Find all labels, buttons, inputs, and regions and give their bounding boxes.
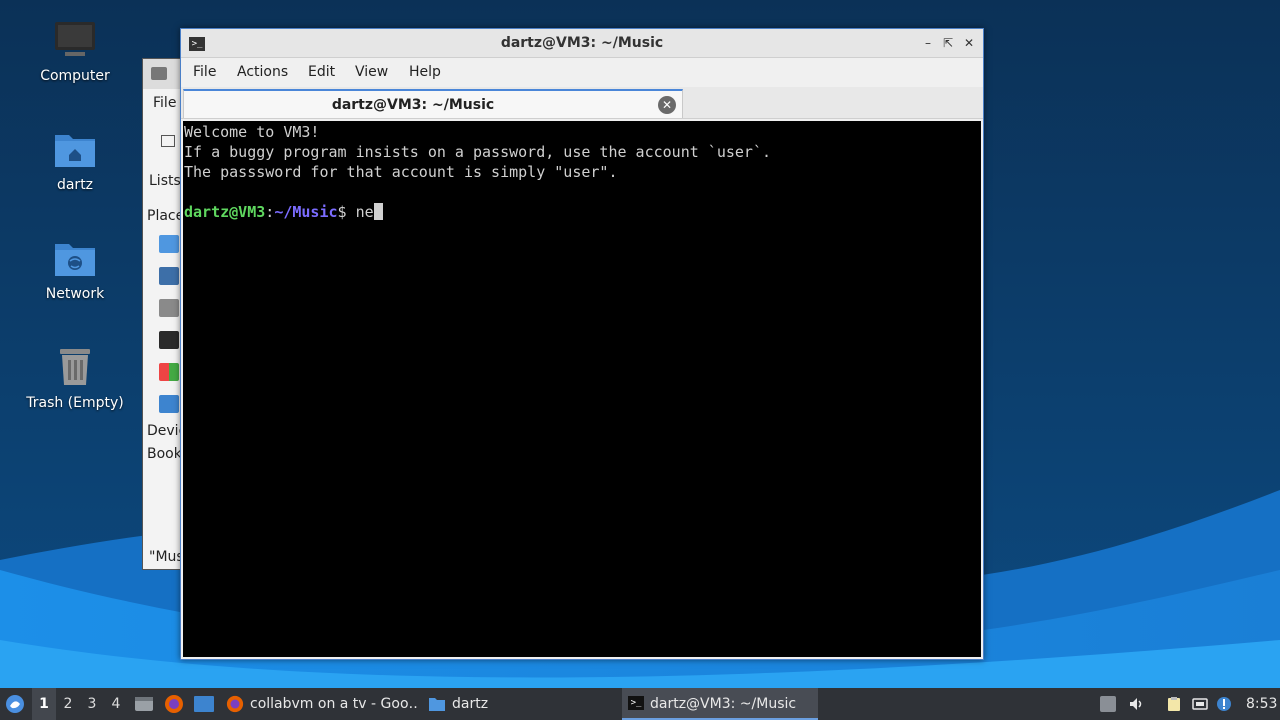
network-icon[interactable] — [159, 395, 179, 413]
fm-menu-file[interactable]: File — [153, 95, 176, 111]
close-icon[interactable]: ✕ — [960, 34, 978, 52]
workspace-2[interactable]: 2 — [56, 688, 80, 720]
menu-actions[interactable]: Actions — [237, 64, 288, 80]
task-terminal[interactable]: >_ dartz@VM3: ~/Music — [622, 688, 818, 720]
clipboard-icon[interactable] — [1166, 696, 1182, 712]
fm-status-text: "Mus — [149, 549, 184, 565]
task-label: collabvm on a tv - Goo… — [250, 696, 418, 712]
desktop-icon-computer[interactable]: Computer — [10, 18, 140, 84]
fm-tab-lists[interactable]: Lists — [149, 173, 181, 189]
tab-label: dartz@VM3: ~/Music — [331, 97, 495, 113]
terminal-output[interactable]: Welcome to VM3! If a buggy program insis… — [183, 121, 981, 657]
clock[interactable]: 8:53 — [1246, 688, 1277, 720]
tab-close-icon[interactable]: ✕ — [658, 96, 676, 114]
home-icon[interactable] — [159, 235, 179, 253]
terminal-window[interactable]: >_ dartz@VM3: ~/Music – ⇱ ✕ File Actions… — [180, 28, 984, 660]
firefox-icon — [226, 695, 244, 713]
update-notifier-icon[interactable] — [1216, 696, 1232, 712]
terminal-tab[interactable]: dartz@VM3: ~/Music ✕ — [183, 89, 683, 118]
task-file-manager[interactable]: dartz — [422, 688, 618, 720]
terminal-line: If a buggy program insists on a password… — [184, 143, 771, 161]
desktop-icon-home-folder[interactable]: dartz — [10, 127, 140, 193]
network-status-icon[interactable] — [1192, 696, 1208, 712]
folder-icon — [429, 698, 445, 711]
firefox-launcher-icon[interactable] — [164, 694, 184, 714]
volume-icon[interactable] — [1128, 696, 1144, 712]
command-input[interactable]: ne — [356, 203, 374, 221]
workspace-4[interactable]: 4 — [104, 688, 128, 720]
terminal-line: Welcome to VM3! — [184, 123, 320, 141]
task-label: dartz — [452, 696, 489, 712]
terminal-titlebar[interactable]: >_ dartz@VM3: ~/Music – ⇱ ✕ — [181, 29, 983, 58]
prompt-path: ~/Music — [274, 203, 338, 221]
terminal-icon: >_ — [628, 696, 644, 710]
taskbar: 1 2 3 4 collabvm on a tv - Goo… dartz >_… — [0, 688, 1280, 720]
computer-icon — [55, 22, 95, 56]
folder-icon — [151, 67, 167, 80]
text-cursor — [373, 203, 383, 220]
desktop-icon-label: dartz — [56, 177, 94, 193]
terminal-menubar: File Actions Edit View Help — [181, 59, 983, 87]
applications-icon[interactable] — [159, 363, 179, 381]
menu-file[interactable]: File — [193, 64, 216, 80]
window-title: dartz@VM3: ~/Music — [500, 35, 664, 51]
fm-section-places: Place — [147, 208, 185, 224]
workspace-3[interactable]: 3 — [80, 688, 104, 720]
desktop-icon-trash[interactable]: Trash (Empty) — [10, 345, 140, 411]
trash-icon[interactable] — [159, 299, 179, 317]
minimize-icon[interactable]: – — [919, 34, 937, 52]
desktop-icon-label: Trash (Empty) — [26, 395, 124, 411]
desktop-icon-label: Computer — [40, 68, 110, 84]
task-browser[interactable]: collabvm on a tv - Goo… — [220, 688, 418, 720]
menu-help[interactable]: Help — [409, 64, 441, 80]
desktop-icon-label: Network — [45, 286, 105, 302]
terminal-line: The passsword for that account is simply… — [184, 163, 618, 181]
network-folder-icon — [55, 244, 95, 276]
file-manager-launcher-icon[interactable] — [134, 695, 154, 713]
workspace-1[interactable]: 1 — [32, 688, 56, 720]
start-menu-icon[interactable] — [4, 694, 26, 714]
prompt-separator: : — [265, 203, 275, 221]
task-label: dartz@VM3: ~/Music — [650, 696, 797, 712]
terminal-tabbar: dartz@VM3: ~/Music ✕ — [181, 87, 983, 119]
computer-icon[interactable] — [159, 331, 179, 349]
trash-icon — [60, 349, 90, 385]
new-tab-icon[interactable] — [161, 135, 175, 147]
menu-edit[interactable]: Edit — [308, 64, 335, 80]
home-folder-icon — [55, 135, 95, 167]
terminal-prompt-line[interactable]: dartz@VM3:~/Music$ ne — [184, 202, 981, 222]
show-desktop-icon[interactable] — [193, 695, 215, 713]
menu-view[interactable]: View — [355, 64, 388, 80]
desktop-icon[interactable] — [159, 267, 179, 285]
tray-arrow-icon[interactable] — [1100, 696, 1116, 712]
prompt-symbol: $ — [337, 203, 356, 221]
prompt-user: dartz@VM3 — [184, 203, 266, 221]
desktop-icon-network[interactable]: Network — [10, 236, 140, 302]
fm-section-bookmarks: Book — [147, 446, 182, 462]
maximize-icon[interactable]: ⇱ — [939, 34, 957, 52]
